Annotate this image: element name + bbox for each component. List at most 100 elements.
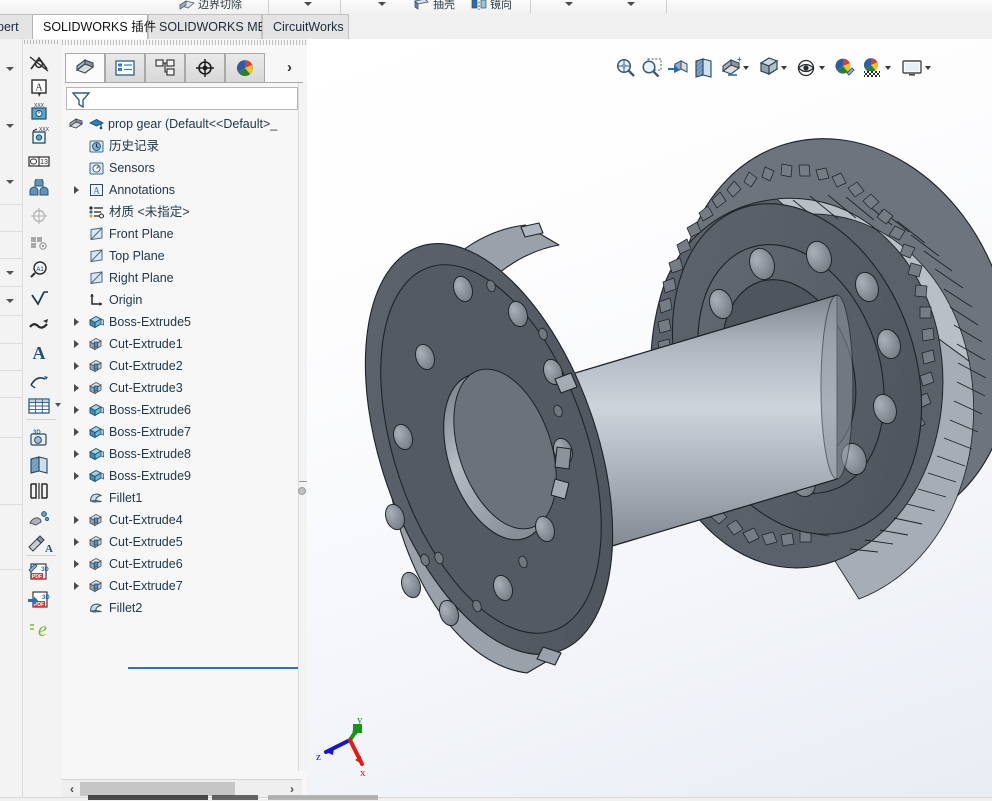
toolbar-group-caret-5[interactable]	[6, 299, 14, 303]
ribbon-caret-2[interactable]	[378, 2, 386, 6]
section-view-icon[interactable]	[25, 454, 53, 476]
tree-expand-arrow[interactable]	[74, 362, 79, 370]
display-manager-tab[interactable]	[225, 53, 265, 83]
ribbon-strip: 边界切除 抽壳 镜向	[0, 0, 992, 15]
panel-splitter-handle[interactable]	[298, 487, 306, 495]
auto-balloon-icon[interactable]	[25, 177, 53, 201]
svg-text:e: e	[38, 619, 47, 639]
tree-item-label: Right Plane	[109, 271, 174, 285]
svg-text:13: 13	[40, 159, 48, 166]
hide-show-annotations-icon[interactable]	[25, 232, 53, 254]
tree-item-label: Boss-Extrude9	[109, 469, 191, 483]
mirror-components-icon[interactable]	[25, 480, 53, 502]
tree-expand-arrow[interactable]	[74, 560, 79, 568]
model-prop-gear[interactable]	[307, 39, 992, 800]
tree-item-prop-gear-default-default[interactable]: prop gear (Default<<Default>_	[62, 113, 300, 135]
toolbar-grip-right[interactable]	[24, 40, 60, 44]
tree-vertical-scrollbar[interactable]	[298, 83, 307, 771]
panel-tabs-expand-arrow[interactable]: ›	[287, 59, 292, 76]
tree-expand-arrow[interactable]	[74, 428, 79, 436]
boss-extrude-icon	[88, 402, 105, 418]
tree-expand-arrow[interactable]	[74, 318, 79, 326]
feature-manager-tab[interactable]	[65, 53, 105, 83]
balloon-icon[interactable]: 13	[25, 151, 53, 173]
datum-target-icon[interactable]	[25, 205, 53, 227]
tree-item-boss-extrude5[interactable]: Boss-Extrude5	[62, 311, 300, 333]
tab-expert-label: pert	[0, 20, 19, 34]
origin-icon	[88, 292, 105, 308]
toolbar-group-caret-2[interactable]	[6, 124, 14, 128]
tab-circuitworks[interactable]: CircuitWorks	[262, 14, 349, 39]
tree-item-cut-extrude1[interactable]: Cut-Extrude1	[62, 333, 300, 355]
tree-item-boss-extrude8[interactable]: Boss-Extrude8	[62, 443, 300, 465]
property-manager-tab[interactable]	[105, 53, 145, 83]
tree-item-fillet2[interactable]: Fillet2	[62, 597, 300, 619]
tree-item-annotations[interactable]: A Annotations	[62, 179, 300, 201]
configuration-manager-tab[interactable]	[145, 53, 185, 83]
tree-expand-arrow[interactable]	[74, 384, 79, 392]
tree-expand-arrow[interactable]	[74, 186, 79, 194]
tree-expand-arrow[interactable]	[74, 406, 79, 414]
toolbar-group-caret-3[interactable]	[6, 180, 14, 184]
ribbon-caret-1[interactable]	[304, 2, 312, 6]
export-3d-pdf-icon[interactable]: 3D PDF	[25, 589, 53, 611]
hscroll-left-arrow[interactable]: ‹	[64, 781, 80, 797]
tree-item-origin[interactable]: Origin	[62, 289, 300, 311]
surface-finish-symbol-icon[interactable]	[25, 287, 53, 309]
feature-tree[interactable]: prop gear (Default<<Default>_ 历史记录 Sensors…	[62, 113, 300, 673]
boundary-cut-icon[interactable]	[178, 0, 196, 11]
shell-icon[interactable]	[413, 0, 431, 11]
3d-camera-icon[interactable]: 3D	[25, 427, 53, 449]
note-icon[interactable]: A	[25, 77, 53, 99]
dimxpert-manager-tab[interactable]	[185, 53, 225, 83]
tree-item-cut-extrude3[interactable]: Cut-Extrude3	[62, 377, 300, 399]
tree-item-[interactable]: 材质 <未指定>	[62, 201, 300, 223]
mirror-icon[interactable]	[470, 0, 488, 11]
tree-item-fillet1[interactable]: Fillet1	[62, 487, 300, 509]
tree-item-cut-extrude6[interactable]: Cut-Extrude6	[62, 553, 300, 575]
hscroll-thumb[interactable]	[80, 782, 235, 796]
tree-item-sensors[interactable]: Sensors	[62, 157, 300, 179]
tab-solidworks-addins[interactable]: SOLIDWORKS 插件	[32, 14, 156, 39]
tree-item-top-plane[interactable]: Top Plane	[62, 245, 300, 267]
tree-expand-arrow[interactable]	[74, 340, 79, 348]
edrawings-icon[interactable]: e	[25, 617, 53, 641]
dimxpert-icon[interactable]	[25, 507, 53, 529]
tree-item-cut-extrude5[interactable]: Cut-Extrude5	[62, 531, 300, 553]
table-dropdown-caret[interactable]	[55, 403, 61, 407]
tree-item-boss-extrude6[interactable]: Boss-Extrude6	[62, 399, 300, 421]
tree-item-right-plane[interactable]: Right Plane	[62, 267, 300, 289]
tree-expand-arrow[interactable]	[74, 472, 79, 480]
tree-filter-input[interactable]	[66, 87, 298, 110]
table-icon[interactable]	[25, 395, 53, 417]
panel-grip[interactable]	[62, 40, 307, 45]
tree-expand-arrow[interactable]	[74, 450, 79, 458]
tree-item-cut-extrude7[interactable]: Cut-Extrude7	[62, 575, 300, 597]
weld-symbol-icon[interactable]: XXX	[25, 125, 53, 147]
block-text-icon[interactable]: A	[25, 341, 53, 363]
tree-item-label: Cut-Extrude5	[109, 535, 183, 549]
ribbon-caret-3[interactable]	[565, 2, 573, 6]
smart-dimension-icon[interactable]	[25, 53, 53, 75]
toolbar-group-caret-4[interactable]	[6, 271, 14, 275]
magnifying-annotation-icon[interactable]: A1	[25, 259, 53, 281]
toolbar-group-caret-1[interactable]	[6, 67, 14, 71]
appearance-icon[interactable]: A	[25, 533, 53, 555]
tree-rollback-bar[interactable]	[128, 667, 300, 669]
graphics-viewport[interactable]: + z y x	[307, 39, 992, 800]
area-hatch-icon[interactable]	[25, 369, 53, 391]
tree-item-boss-extrude7[interactable]: Boss-Extrude7	[62, 421, 300, 443]
tree-item-boss-extrude9[interactable]: Boss-Extrude9	[62, 465, 300, 487]
publish-3d-pdf-icon[interactable]: 3D PDF	[25, 561, 53, 583]
tree-item-[interactable]: 历史记录	[62, 135, 300, 157]
tree-item-cut-extrude2[interactable]: Cut-Extrude2	[62, 355, 300, 377]
weld-bead-icon[interactable]	[25, 314, 53, 336]
tab-solidworks-mbd[interactable]: SOLIDWORKS MBD	[148, 14, 275, 39]
surface-finish-icon[interactable]: XXX	[25, 101, 53, 123]
tree-item-front-plane[interactable]: Front Plane	[62, 223, 300, 245]
tree-expand-arrow[interactable]	[74, 538, 79, 546]
tree-expand-arrow[interactable]	[74, 516, 79, 524]
tree-expand-arrow[interactable]	[74, 582, 79, 590]
ribbon-caret-4[interactable]	[627, 2, 635, 6]
tree-item-cut-extrude4[interactable]: Cut-Extrude4	[62, 509, 300, 531]
